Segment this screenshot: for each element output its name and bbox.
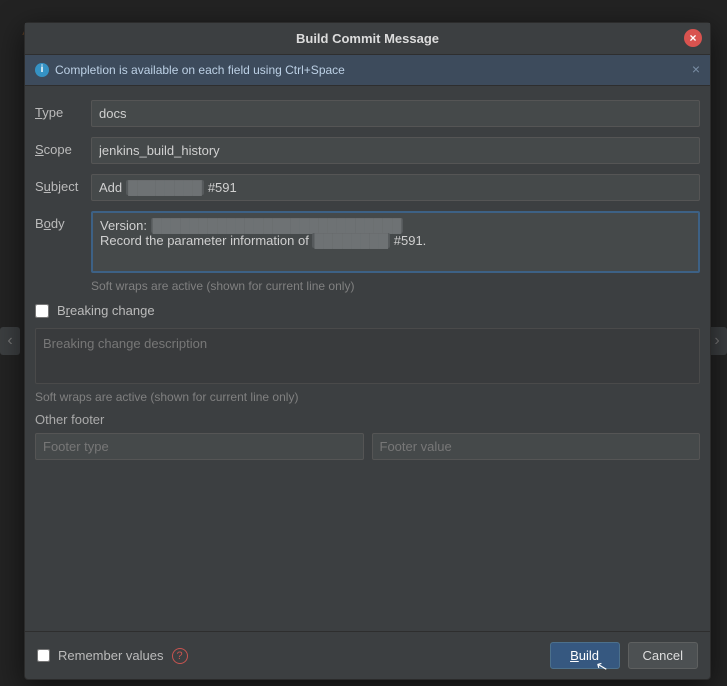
remember-values-label: Remember values	[58, 648, 164, 663]
cancel-button[interactable]: Cancel	[628, 642, 698, 669]
type-label: Type	[35, 100, 91, 120]
breaking-change-checkbox-row[interactable]: Breaking change	[35, 303, 700, 318]
build-button-rest: uild	[579, 648, 599, 663]
subject-text-obscured: ████████	[126, 180, 204, 195]
footer-pair-row	[35, 433, 700, 460]
info-banner: i Completion is available on each field …	[25, 55, 710, 86]
footer-value-input[interactable]	[372, 433, 701, 460]
body-label: Body	[35, 211, 91, 231]
info-banner-close-icon[interactable]: ×	[692, 61, 700, 77]
subject-text-prefix: Add	[99, 180, 122, 195]
subject-label: Subject	[35, 174, 91, 194]
body-line1-obscured: ███████████████████████████	[151, 218, 404, 233]
build-commit-message-dialog: Build Commit Message × i Completion is a…	[24, 22, 711, 680]
dialog-content: Type Scope Subject Add ████████ #591 Bo	[25, 86, 710, 631]
dialog-title: Build Commit Message	[296, 31, 439, 46]
breaking-change-description-input[interactable]: Breaking change description	[35, 328, 700, 384]
breaking-soft-wrap-hint: Soft wraps are active (shown for current…	[35, 390, 700, 404]
remember-values-checkbox[interactable]	[37, 649, 50, 662]
dialog-titlebar: Build Commit Message ×	[25, 23, 710, 55]
close-icon[interactable]: ×	[684, 29, 702, 47]
breaking-change-label: Breaking change	[57, 303, 155, 318]
body-line2-prefix: Record the parameter information of	[100, 233, 312, 248]
body-line2-obscured: ████████	[312, 233, 390, 248]
carousel-prev-button[interactable]: ‹	[0, 327, 20, 355]
subject-text-suffix: #591	[208, 180, 237, 195]
info-icon: i	[35, 63, 49, 77]
body-line2-suffix: #591.	[394, 233, 427, 248]
subject-input[interactable]: Add ████████ #591	[91, 174, 700, 201]
breaking-change-checkbox[interactable]	[35, 304, 49, 318]
scope-label: Scope	[35, 137, 91, 157]
footer-type-input[interactable]	[35, 433, 364, 460]
other-footer-label: Other footer	[35, 412, 700, 427]
type-input[interactable]	[91, 100, 700, 127]
body-line1-prefix: Version:	[100, 218, 151, 233]
scope-input[interactable]	[91, 137, 700, 164]
body-soft-wrap-hint: Soft wraps are active (shown for current…	[91, 279, 700, 293]
help-icon[interactable]: ?	[172, 648, 188, 664]
build-button[interactable]: Build	[550, 642, 620, 669]
body-input[interactable]: Version: ███████████████████████████ Rec…	[91, 211, 700, 273]
dialog-footer: Remember values ? Build Cancel	[25, 631, 710, 679]
info-banner-text: Completion is available on each field us…	[55, 63, 345, 77]
